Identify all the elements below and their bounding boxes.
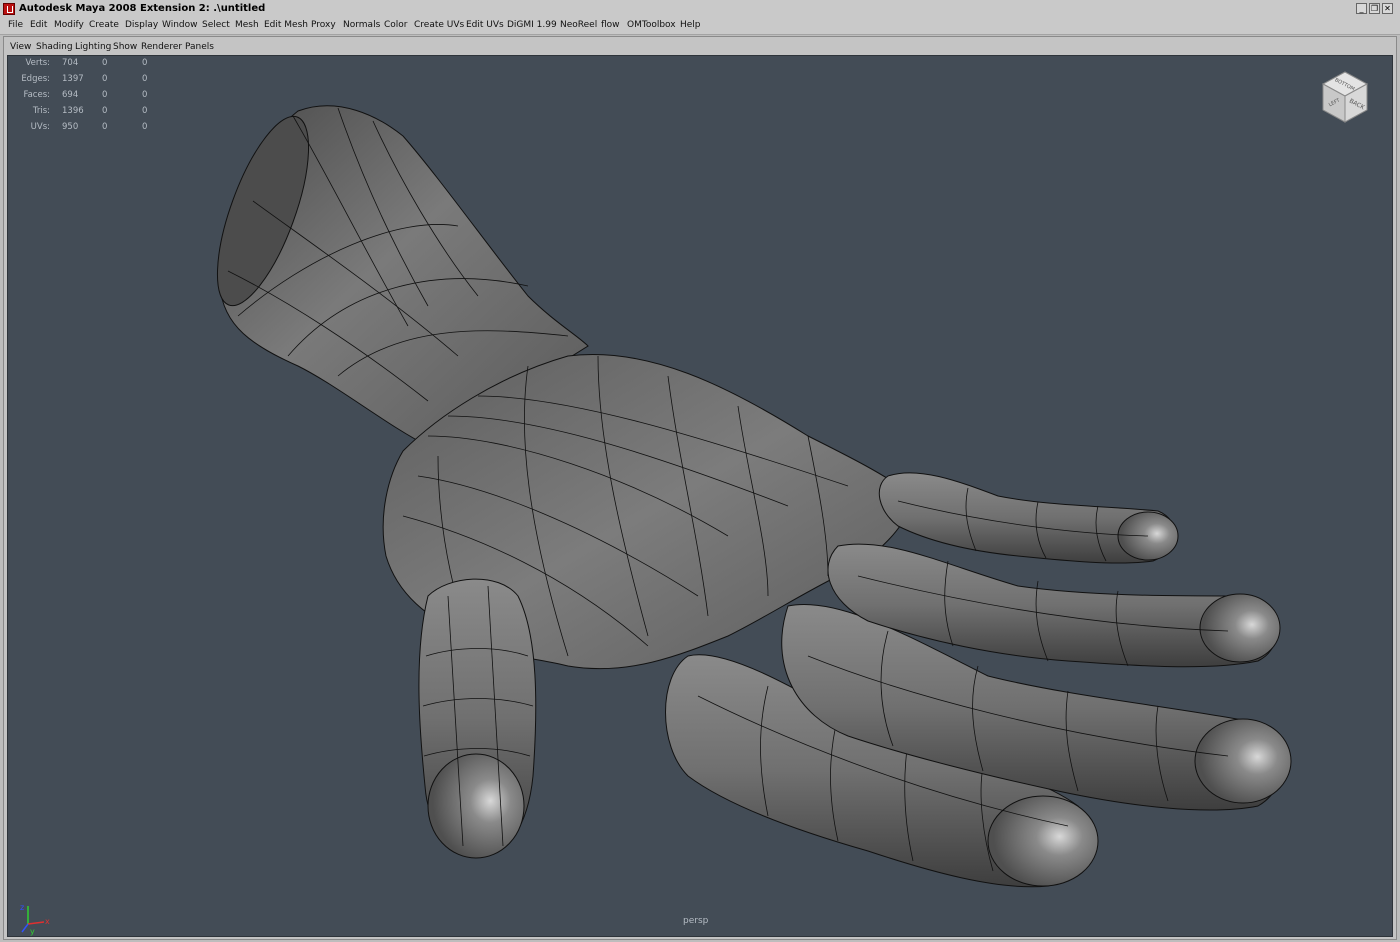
menu-color[interactable]: Color (384, 20, 408, 30)
menu-help[interactable]: Help (680, 20, 701, 30)
minimize-button[interactable]: _ (1356, 3, 1367, 14)
window-title: Autodesk Maya 2008 Extension 2: .\untitl… (19, 3, 266, 14)
menu-flow[interactable]: flow (601, 20, 620, 30)
menu-display[interactable]: Display (125, 20, 158, 30)
thumb-tip (427, 753, 525, 859)
hand-mesh[interactable] (8, 56, 1392, 936)
maya-app-icon[interactable] (3, 3, 15, 15)
menu-modify[interactable]: Modify (54, 20, 84, 30)
hud-edges-label: Edges: (21, 74, 50, 84)
hud-faces-uv: 0 (142, 90, 148, 100)
hud-edges-selected: 0 (102, 74, 108, 84)
hud-faces-label: Faces: (23, 90, 50, 100)
middle-tip (1194, 718, 1292, 804)
menu-neoreel[interactable]: NeoReel (560, 20, 597, 30)
menu-create[interactable]: Create (89, 20, 119, 30)
close-button[interactable]: ✕ (1382, 3, 1393, 14)
hud-verts-uv: 0 (142, 58, 148, 68)
hud-uvs-label: UVs: (30, 122, 50, 132)
panel-menu-show[interactable]: Show (113, 42, 137, 52)
menu-omtoolbox[interactable]: OMToolbox (627, 20, 676, 30)
panel-menu-panels[interactable]: Panels (185, 42, 214, 52)
restore-button[interactable]: ❐ (1369, 3, 1380, 14)
panel-menu-view[interactable]: View (10, 42, 31, 52)
hud-tris-label: Tris: (32, 106, 50, 116)
menu-normals[interactable]: Normals (343, 20, 380, 30)
ring-tip (1199, 593, 1281, 663)
hud-edges-uv: 0 (142, 74, 148, 84)
perspective-viewport[interactable]: Verts: 704 0 0 Edges: 1397 0 0 Faces: 69… (7, 55, 1393, 937)
axis-x-line (27, 921, 45, 925)
menu-select[interactable]: Select (202, 20, 230, 30)
menu-mesh[interactable]: Mesh (235, 20, 259, 30)
hud-verts-label: Verts: (25, 58, 50, 68)
axis-x-label: x (45, 917, 50, 926)
axis-z-label: z (20, 903, 24, 912)
hud-uvs-selected: 0 (102, 122, 108, 132)
view-cube[interactable]: BOTTOM BACK LEFT (1320, 70, 1370, 126)
main-menu-bar: File Edit Modify Create Display Window S… (0, 18, 1400, 35)
title-bar: Autodesk Maya 2008 Extension 2: .\untitl… (0, 0, 1400, 19)
axis-gizmo-icon: x y z (20, 903, 50, 936)
index-tip (987, 795, 1099, 887)
hud-verts-value: 704 (62, 58, 79, 68)
hud-faces-value: 694 (62, 90, 79, 100)
hud-uvs-value: 950 (62, 122, 79, 132)
menu-edit[interactable]: Edit (30, 20, 47, 30)
menu-edit-mesh[interactable]: Edit Mesh (264, 20, 308, 30)
hud-tris-value: 1396 (62, 106, 84, 116)
hud-tris-uv: 0 (142, 106, 148, 116)
hud-tris-selected: 0 (102, 106, 108, 116)
menu-digmi[interactable]: DiGMI 1.99 (507, 20, 557, 30)
menu-create-uvs[interactable]: Create UVs (414, 20, 464, 30)
panel-menu-shading[interactable]: Shading (36, 42, 73, 52)
hud-verts-selected: 0 (102, 58, 108, 68)
hud-uvs-uv: 0 (142, 122, 148, 132)
camera-name-label: persp (683, 916, 709, 926)
panel-menu-renderer[interactable]: Renderer (141, 42, 182, 52)
hud-faces-selected: 0 (102, 90, 108, 100)
axis-y-label: y (30, 927, 35, 936)
menu-file[interactable]: File (8, 20, 23, 30)
axis-z-line (21, 923, 29, 933)
panel-menu-bar: View Shading Lighting Show Renderer Pane… (4, 37, 1396, 55)
panel-menu-lighting[interactable]: Lighting (75, 42, 111, 52)
menu-proxy[interactable]: Proxy (311, 20, 336, 30)
menu-edit-uvs[interactable]: Edit UVs (466, 20, 504, 30)
menu-window[interactable]: Window (162, 20, 198, 30)
model-panel: View Shading Lighting Show Renderer Pane… (3, 36, 1397, 940)
hud-edges-value: 1397 (62, 74, 84, 84)
